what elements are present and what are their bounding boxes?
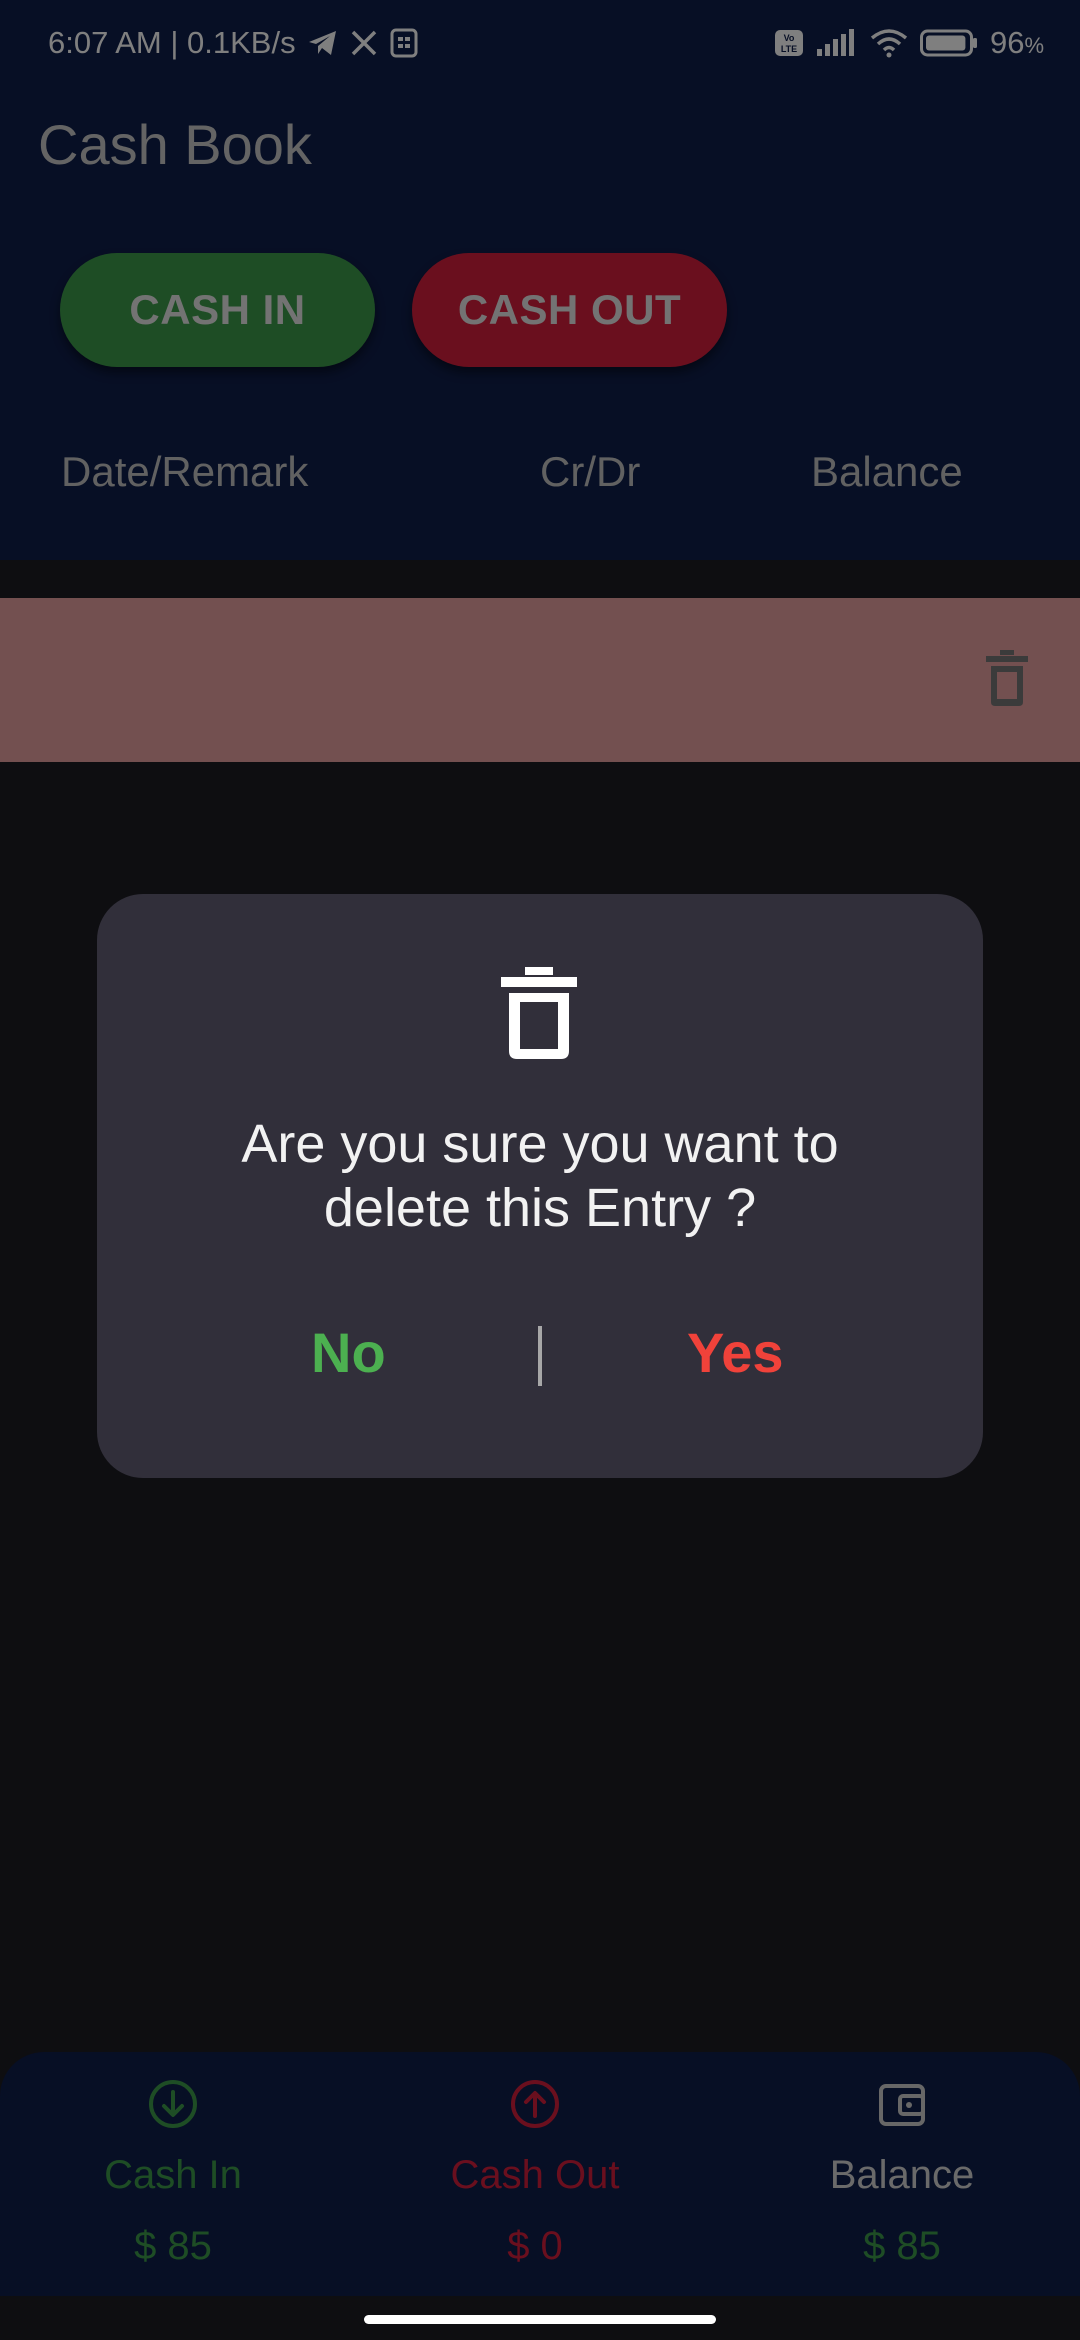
yes-button[interactable]: Yes [687, 1320, 784, 1385]
button-divider [538, 1326, 542, 1386]
home-indicator[interactable] [364, 2315, 716, 2324]
delete-confirm-dialog: Are you sure you want to delete this Ent… [97, 894, 983, 1478]
trash-icon [501, 967, 577, 1064]
dialog-message: Are you sure you want to delete this Ent… [137, 1112, 943, 1240]
dialog-message-line-1: Are you sure you want to [241, 1114, 839, 1174]
dialog-message-line-2: delete this Entry ? [323, 1178, 757, 1238]
no-button[interactable]: No [311, 1320, 386, 1385]
